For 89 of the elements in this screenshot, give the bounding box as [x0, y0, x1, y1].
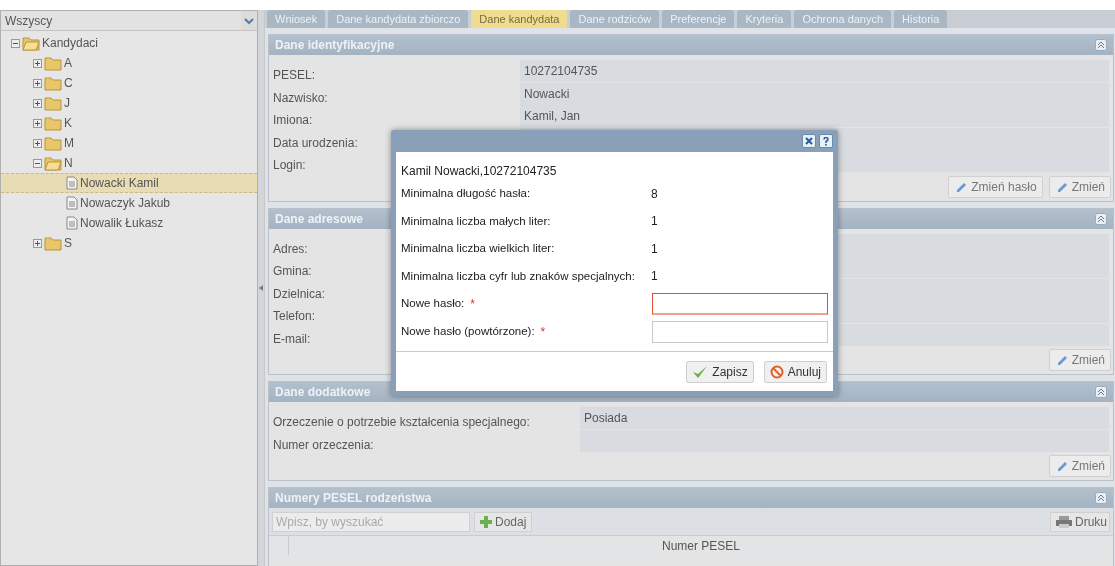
- tree-item[interactable]: A: [64, 54, 72, 72]
- folder-icon: [44, 115, 62, 131]
- edit-button[interactable]: Zmień: [1048, 455, 1111, 477]
- edit-button[interactable]: Zmień hasło: [948, 175, 1043, 198]
- edit-button[interactable]: Zmień: [1048, 175, 1111, 198]
- rule-value: 1: [651, 240, 658, 258]
- folder-icon: [44, 75, 62, 91]
- tree-item[interactable]: C: [64, 74, 73, 92]
- print-button[interactable]: Druku: [1050, 511, 1110, 532]
- field-label: Data urodzenia:: [273, 135, 358, 150]
- rule-value: 1: [651, 268, 658, 286]
- field-label: Orzeczenie o potrzebie kształcenia specjalnego:: [273, 415, 530, 429]
- tab[interactable]: Dane kandydata: [471, 10, 568, 28]
- collapse-icon[interactable]: [1095, 386, 1107, 398]
- rule-label: Minimalna liczba cyfr lub znaków specjalnych:: [401, 268, 636, 284]
- open-folder-icon: [44, 155, 62, 171]
- field-label: E-mail:: [273, 331, 311, 346]
- collapse-icon[interactable]: [1095, 492, 1107, 504]
- expand-icon[interactable]: [33, 238, 42, 248]
- rule-value: 1: [651, 213, 658, 231]
- save-button[interactable]: Zapisz: [686, 360, 754, 383]
- field-value: 10272104735: [520, 60, 1109, 82]
- collapse-icon[interactable]: [1095, 212, 1107, 225]
- collapse-icon[interactable]: [1095, 39, 1107, 51]
- tree-item[interactable]: S: [64, 234, 72, 252]
- filter-dropdown[interactable]: Wszyscy: [1, 11, 257, 31]
- field-label: Dzielnica:: [273, 286, 326, 301]
- tree-item[interactable]: N: [64, 154, 73, 172]
- rule-label: Minimalna liczba małych liter:: [401, 213, 552, 229]
- required-mark: *: [470, 296, 475, 313]
- rule-label: Minimalna długość hasła:: [401, 186, 532, 202]
- folder-icon: [44, 235, 62, 251]
- rule-value: 8: [651, 185, 658, 203]
- field-value: Nowacki: [520, 82, 1109, 105]
- field-label: Nowe hasło (powtórzone):: [401, 324, 535, 340]
- close-icon: [805, 137, 813, 145]
- expand-icon[interactable]: [33, 98, 42, 108]
- expand-icon[interactable]: [33, 58, 42, 68]
- tree-item[interactable]: Kandydaci: [42, 34, 99, 52]
- rule-label: Minimalna liczba wielkich liter:: [401, 241, 556, 257]
- expand-icon[interactable]: [33, 138, 42, 148]
- edit-button[interactable]: Zmień: [1048, 349, 1111, 371]
- collapse-icon[interactable]: [33, 158, 42, 168]
- field-label: Login:: [273, 158, 306, 172]
- cancel-button[interactable]: Anuluj: [763, 360, 827, 383]
- tree-item[interactable]: K: [64, 114, 72, 132]
- prohibited-icon: [769, 364, 784, 379]
- help-button[interactable]: [819, 134, 833, 148]
- document-icon: [66, 176, 78, 190]
- panel-title: Dane dodatkowe: [275, 384, 371, 401]
- field-label: Nazwisko:: [273, 90, 328, 105]
- checkmark-icon: [692, 364, 709, 379]
- tree-item[interactable]: J: [64, 94, 70, 112]
- tree-item[interactable]: M: [64, 134, 74, 152]
- expand-icon[interactable]: [33, 118, 42, 128]
- add-button[interactable]: Dodaj: [474, 511, 533, 532]
- help-icon: [823, 136, 829, 146]
- field-label: Numer orzeczenia:: [273, 437, 374, 452]
- panel-title: Numery PESEL rodzeństwa: [275, 490, 432, 507]
- folder-icon: [44, 55, 62, 71]
- column-header[interactable]: Numer PESEL: [289, 536, 1113, 555]
- field-label: Nowe hasło:: [401, 296, 465, 312]
- pencil-icon: [954, 180, 969, 193]
- tree-item[interactable]: Nowalik Łukasz: [80, 214, 164, 232]
- document-icon: [66, 196, 78, 210]
- tree-item[interactable]: Nowaczyk Jakub: [80, 194, 171, 212]
- dialog-heading: Kamil Nowacki,10272104735: [401, 163, 558, 180]
- panel-title: Dane adresowe: [275, 210, 364, 228]
- collapse-icon[interactable]: [11, 38, 20, 48]
- expand-icon[interactable]: [33, 78, 42, 88]
- field-value: Posiada: [580, 407, 1109, 429]
- panel-title: Dane identyfikacyjne: [275, 37, 395, 54]
- field-label: Telefon:: [273, 309, 316, 323]
- required-mark: *: [540, 324, 546, 341]
- field-label: Gmina:: [273, 264, 312, 278]
- document-icon: [66, 216, 78, 230]
- close-button[interactable]: [802, 134, 816, 148]
- password-field[interactable]: [652, 321, 828, 343]
- password-field[interactable]: [652, 293, 828, 315]
- field-label: PESEL:: [273, 68, 316, 82]
- open-folder-icon: [22, 35, 40, 51]
- folder-icon: [44, 95, 62, 111]
- search-field[interactable]: Wpisz, by wyszukać: [272, 511, 470, 532]
- field-label: Imiona:: [273, 113, 313, 127]
- field-value: Kamil, Jan: [520, 105, 1109, 127]
- field-label: Adres:: [273, 241, 308, 256]
- folder-icon: [44, 135, 62, 151]
- printer-icon: [1056, 515, 1072, 528]
- plus-icon: [480, 515, 492, 528]
